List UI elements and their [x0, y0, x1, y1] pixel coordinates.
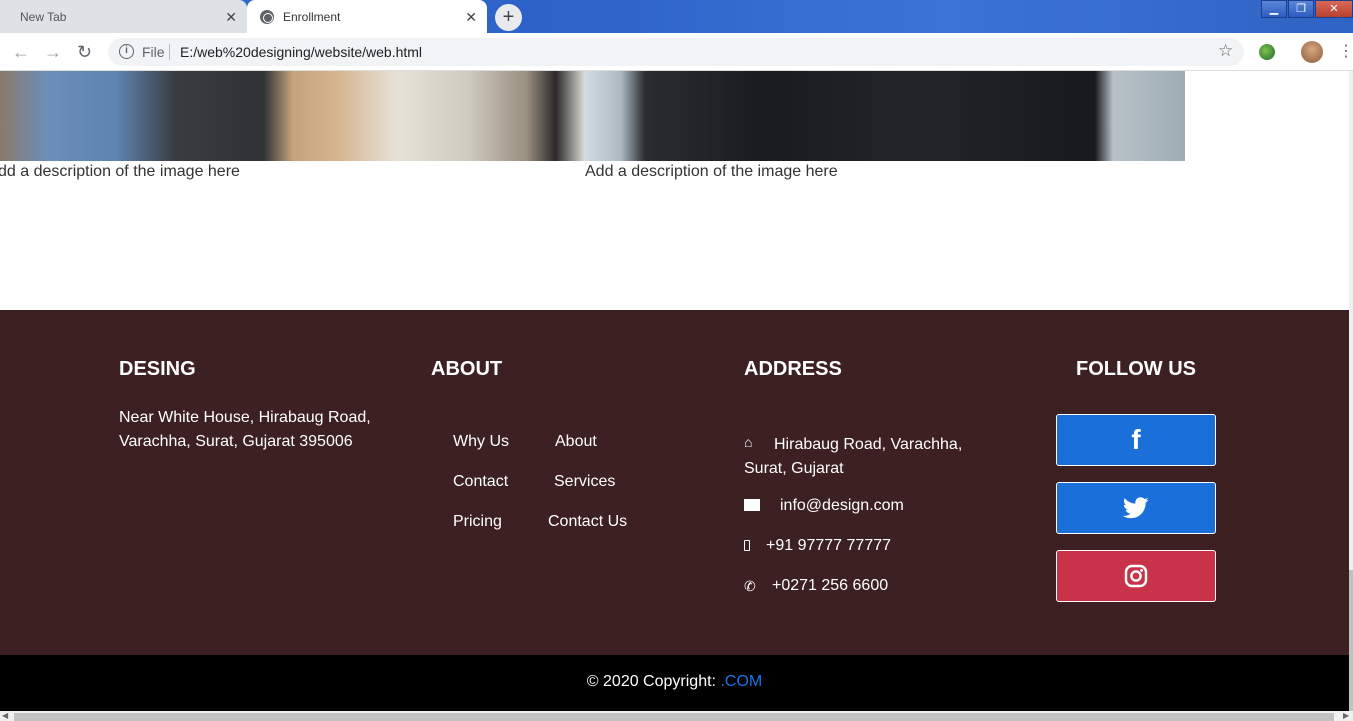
scroll-left-arrow-icon[interactable]: ◀ [2, 711, 8, 720]
address-mobile: +91 97777 77777 [766, 537, 892, 554]
window-close-button[interactable]: ✕ [1315, 0, 1353, 18]
bookmark-star-icon[interactable]: ☆ [1218, 41, 1233, 61]
extension-icon[interactable] [1259, 44, 1275, 60]
twitter-icon [1123, 497, 1149, 519]
new-tab-button[interactable]: + [495, 4, 522, 31]
facebook-button[interactable]: f [1056, 414, 1216, 466]
forward-arrow-icon[interactable]: → [44, 42, 62, 63]
tab-label: Enrollment [283, 9, 341, 24]
footer-heading-follow: FOLLOW US [1076, 358, 1196, 380]
gallery-image-graduates [585, 71, 1185, 161]
twitter-button[interactable] [1056, 482, 1216, 534]
close-icon[interactable]: ✕ [225, 9, 237, 26]
footer-brand-address: Near White House, Hirabaug Road, Varachh… [119, 409, 371, 450]
facebook-icon: f [1131, 424, 1141, 455]
address-email[interactable]: info@design.com [780, 497, 904, 515]
copyright-text: © 2020 Copyright: .COM [0, 673, 1349, 691]
gallery-image-students [0, 71, 585, 161]
footer-link-contact-us[interactable]: Contact Us [548, 513, 627, 531]
envelope-icon [744, 499, 760, 511]
footer-link-pricing[interactable]: Pricing [453, 513, 502, 531]
footer-link-why-us[interactable]: Why Us [453, 433, 509, 451]
address-phone: +0271 256 6600 [772, 577, 889, 594]
instagram-button[interactable] [1056, 550, 1216, 602]
phone-icon: ✆ [744, 578, 756, 594]
minimize-button[interactable]: ▁ [1261, 0, 1287, 18]
info-icon[interactable]: i [119, 44, 134, 59]
copyright-link[interactable]: .COM [720, 673, 762, 690]
scroll-right-arrow-icon[interactable]: ▶ [1343, 711, 1349, 720]
instagram-icon [1124, 564, 1148, 588]
footer-heading-about: ABOUT [431, 358, 503, 380]
address-street: Hirabaug Road, Varachha, Surat, Gujarat [744, 436, 963, 477]
divider [169, 44, 170, 60]
image-caption: dd a description of the image here [0, 163, 240, 180]
footer-link-about[interactable]: About [555, 433, 597, 451]
file-label: File [142, 44, 165, 60]
horizontal-scroll-thumb[interactable] [14, 713, 1334, 721]
url-text[interactable]: E:/web%20designing/website/web.html [180, 44, 422, 60]
close-icon[interactable]: ✕ [465, 9, 477, 26]
footer-link-services[interactable]: Services [554, 473, 615, 491]
back-arrow-icon[interactable]: ← [12, 42, 30, 63]
footer-heading-brand: DESING [119, 358, 196, 380]
tab-label: New Tab [20, 9, 67, 24]
footer-heading-address: ADDRESS [744, 358, 842, 380]
mobile-icon [744, 540, 750, 551]
copyright-label: © 2020 Copyright: [586, 673, 716, 690]
footer-link-contact[interactable]: Contact [453, 473, 508, 491]
globe-icon [260, 10, 274, 24]
vertical-scroll-thumb[interactable] [1349, 570, 1353, 711]
tab-new-tab[interactable]: New Tab ✕ [0, 0, 247, 33]
reload-icon[interactable]: ↻ [77, 42, 92, 63]
tab-enrollment[interactable]: Enrollment ✕ [247, 0, 487, 33]
menu-dots-icon[interactable]: ⋮ [1338, 41, 1353, 61]
avatar[interactable] [1301, 41, 1323, 63]
image-caption: Add a description of the image here [585, 163, 838, 180]
maximize-button[interactable]: ❐ [1288, 0, 1314, 18]
